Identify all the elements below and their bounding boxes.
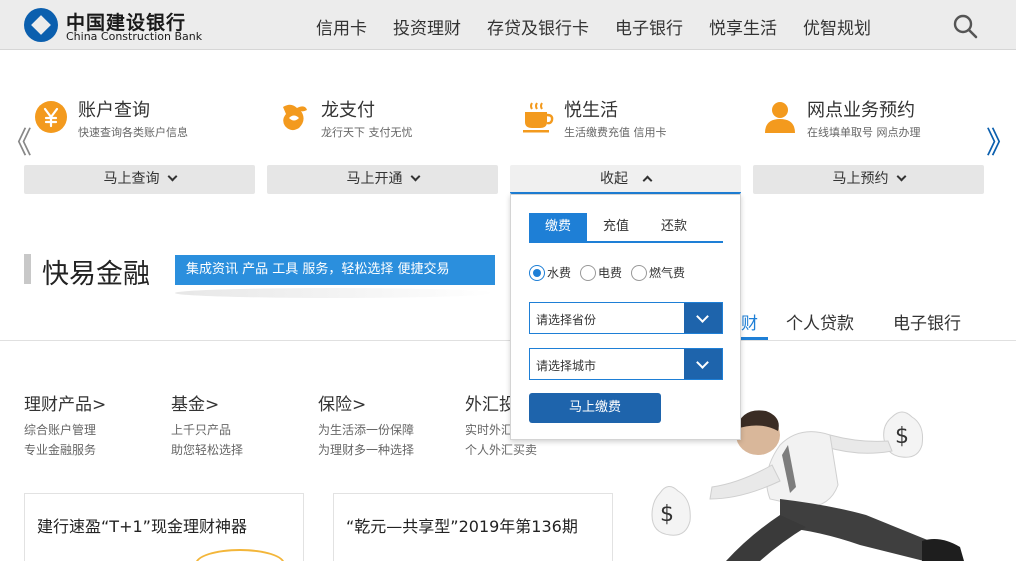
card-title: 建行速盈“T+1”现金理财神器 [37, 517, 247, 536]
radio-gas[interactable]: 燃气费 [631, 264, 685, 281]
nav-credit-card[interactable]: 信用卡 [316, 14, 367, 39]
product-title-link[interactable]: 理财产品> [24, 390, 174, 415]
product-fund: 基金> 上千只产品 助您轻松选择 [171, 390, 321, 458]
product-card[interactable]: 建行速盈“T+1”现金理财神器 [24, 493, 304, 561]
service-account-query[interactable]: 账户查询 快速查询各类账户信息 [24, 94, 254, 144]
life-payment-panel: 缴费 充值 还款 水费 电费 燃气费 请选择省份 请选择城市 马上缴费 [510, 194, 741, 440]
service-desc: 在线填单取号 网点办理 [807, 126, 921, 139]
open-now-button[interactable]: 马上开通 [267, 165, 498, 194]
carousel-next-icon[interactable]: 》 [986, 118, 1016, 162]
nav-life[interactable]: 悦享生活 [709, 14, 777, 39]
button-label: 马上开通 [346, 171, 403, 187]
tab-personal-loan[interactable]: 个人贷款 [786, 309, 854, 334]
product-card[interactable]: “乾元—共享型”2019年第136期 [333, 493, 613, 561]
card-title: “乾元—共享型”2019年第136期 [346, 517, 578, 536]
svg-text:$: $ [895, 424, 909, 449]
select-placeholder: 请选择城市 [536, 359, 597, 373]
card-decoration [195, 549, 285, 561]
tab-recharge[interactable]: 充值 [587, 213, 645, 241]
radio-unchecked-icon [580, 264, 597, 281]
service-yue-life[interactable]: 悦生活 生活缴费充值 信用卡 [510, 94, 740, 144]
product-desc: 综合账户管理 [24, 423, 97, 437]
chevron-up-icon [642, 175, 653, 186]
service-branch-booking[interactable]: 网点业务预约 在线填单取号 网点办理 [753, 94, 983, 144]
book-now-button[interactable]: 马上预约 [753, 165, 984, 194]
service-long-pay[interactable]: 龙支付 龙行天下 支付无忧 [267, 94, 497, 144]
active-tab-underline [740, 337, 768, 340]
button-label: 马上查询 [103, 171, 160, 187]
bill-type-radios: 水费 电费 燃气费 [529, 264, 694, 281]
chevron-down-icon [896, 171, 906, 182]
radio-label: 电费 [598, 266, 623, 280]
service-title: 账户查询 [78, 100, 150, 121]
chevron-down-icon[interactable] [684, 303, 722, 333]
province-select[interactable]: 请选择省份 [529, 302, 723, 334]
city-select[interactable]: 请选择城市 [529, 348, 723, 380]
section-title: 快易金融 [42, 259, 150, 290]
button-label: 收起 [600, 171, 628, 187]
main-nav: 信用卡 投资理财 存贷及银行卡 电子银行 悦享生活 优智规划 [316, 14, 897, 39]
service-title: 龙支付 [321, 100, 375, 121]
radio-unchecked-icon [631, 264, 648, 281]
product-desc: 上千只产品 [171, 423, 232, 437]
service-title: 悦生活 [564, 100, 618, 121]
nav-planning[interactable]: 优智规划 [803, 14, 871, 39]
brand-name-en: China Construction Bank [66, 30, 203, 43]
nav-deposit-loan[interactable]: 存贷及银行卡 [487, 14, 589, 39]
banner-shadow [175, 288, 495, 298]
tabs-divider [0, 340, 1016, 341]
collapse-button[interactable]: 收起 [510, 165, 741, 194]
query-now-button[interactable]: 马上查询 [24, 165, 255, 194]
radio-water[interactable]: 水费 [529, 264, 571, 281]
radio-label: 燃气费 [649, 266, 686, 280]
chevron-down-icon [410, 171, 420, 182]
ccb-logo[interactable]: 中国建设银行 China Construction Bank [24, 8, 234, 43]
select-placeholder: 请选择省份 [536, 313, 597, 327]
product-desc: 为生活添一份保障 [318, 423, 415, 437]
top-header: 中国建设银行 China Construction Bank 信用卡 投资理财 … [0, 0, 1016, 50]
radio-electricity[interactable]: 电费 [580, 264, 622, 281]
product-insurance: 保险> 为生活添一份保障 为理财多一种选择 [318, 390, 468, 458]
radio-checked-icon [529, 264, 545, 281]
service-desc: 快速查询各类账户信息 [78, 126, 188, 139]
tab-repayment[interactable]: 还款 [645, 213, 703, 241]
ccb-logo-icon [24, 8, 58, 42]
product-wealth: 理财产品> 综合账户管理 专业金融服务 [24, 390, 174, 458]
nav-e-banking[interactable]: 电子银行 [615, 14, 683, 39]
product-title-link[interactable]: 基金> [171, 390, 321, 415]
tab-pay-bill[interactable]: 缴费 [529, 213, 587, 241]
dragon-pay-icon [283, 104, 307, 131]
coffee-cup-icon [523, 102, 554, 133]
button-label: 马上预约 [832, 171, 889, 187]
product-desc: 个人外汇买卖 [465, 443, 538, 457]
radio-label: 水费 [547, 266, 572, 280]
pay-now-button[interactable]: 马上缴费 [529, 393, 661, 423]
search-icon[interactable] [952, 13, 978, 39]
chevron-down-icon [167, 171, 177, 182]
tab-e-banking[interactable]: 电子银行 [893, 309, 961, 334]
service-desc: 生活缴费充值 信用卡 [564, 126, 667, 139]
nav-investment[interactable]: 投资理财 [393, 14, 461, 39]
service-desc: 龙行天下 支付无忧 [321, 126, 413, 139]
product-desc: 为理财多一种选择 [318, 443, 415, 457]
tab-wealth-active[interactable]: 财 [741, 309, 758, 334]
product-desc: 助您轻松选择 [171, 443, 244, 457]
svg-text:$: $ [660, 502, 674, 527]
section-marker [24, 254, 31, 284]
yen-icon [35, 101, 67, 133]
product-desc: 专业金融服务 [24, 443, 97, 457]
person-icon [765, 102, 795, 133]
product-title-link[interactable]: 保险> [318, 390, 468, 415]
service-title: 网点业务预约 [807, 100, 915, 121]
payment-tabs: 缴费 充值 还款 [529, 213, 723, 243]
section-banner: 集成资讯 产品 工具 服务，轻松选择 便捷交易 [175, 255, 495, 285]
chevron-down-icon[interactable] [684, 349, 722, 379]
